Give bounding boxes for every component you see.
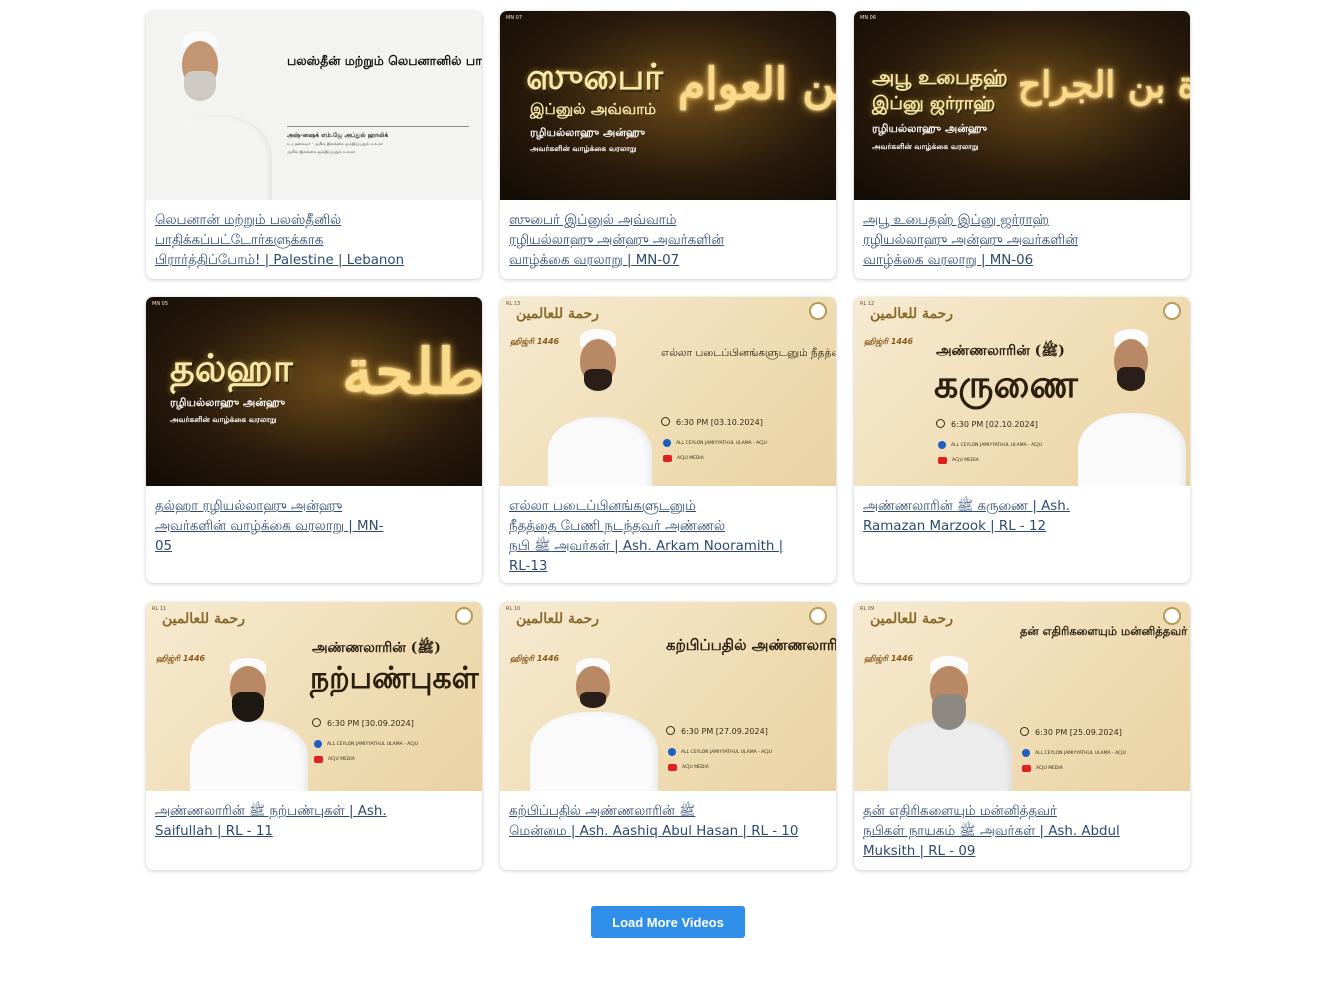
facebook-link: ALL CEYLON JAMIYYATHUL ULAMA - ACJU (668, 748, 772, 756)
hijri-year: ஹிஜ்ரி 1446 (864, 337, 914, 346)
acju-seal-icon (809, 302, 827, 320)
video-card[interactable]: RL 10 رحمة للعالمين ஹிஜ்ரி 1446 கற்பிப்ப… (500, 602, 836, 870)
divider (287, 126, 469, 127)
video-card[interactable]: MN 05 தல்ஹா ரழியல்லாஹு அன்ஹு அவர்களின் வ… (146, 297, 482, 583)
thumbnail-title: அபூ உபைதஹ் (872, 65, 1008, 89)
facebook-icon (668, 748, 676, 756)
event-time: 6:30 PM [25.09.2024] (1020, 727, 1122, 737)
thumbnail-speaker: அஷ்-ஷைக் எம்.ஜே அப்துல் ஹாலிக் (287, 132, 389, 139)
video-title-link[interactable]: கற்பிப்பதில் அண்ணலாரின் ﷺ மென்மை | Ash. … (509, 802, 827, 842)
event-time: 6:30 PM [27.09.2024] (666, 726, 768, 736)
acju-seal-icon (1163, 607, 1181, 625)
video-card[interactable]: MN 07 ஸுபைர் இப்னுல் அவ்வாம் ரழியல்லாஹு … (500, 11, 836, 279)
episode-code: MN 06 (860, 15, 877, 21)
thumbnail-big-title: நற்பண்புகள் (310, 661, 479, 696)
thumbnail-title: தன் எதிரிகளையும் மன்னித்தவர் நபிகள் நாயக… (1020, 624, 1190, 638)
arabic-calligraphy: الزبير بن العوام (678, 59, 836, 110)
acju-seal-icon (455, 607, 473, 625)
acju-seal-icon (809, 607, 827, 625)
video-title-link[interactable]: அபூ உபைதஹ் இப்னு ஜர்ராஹ் ரழியல்லாஹு அன்ஹ… (863, 211, 1181, 271)
thumbnail-caption: அவர்களின் வாழ்க்கை வரலாறு (872, 142, 979, 151)
video-card[interactable]: RL 12 رحمة للعالمين ஹிஜ்ரி 1446 அண்ணலாரி… (854, 297, 1190, 583)
speaker-photo (540, 297, 660, 486)
facebook-link: ALL CEYLON JAMIYYATHUL ULAMA - ACJU (314, 740, 418, 748)
thumbnail-title: கற்பிப்பதில் அண்ணலாரின் (ﷺ) மென்மை (666, 636, 836, 654)
video-card[interactable]: RL 13 رحمة للعالمين ஹிஜ்ரி 1446 எல்லா பட… (500, 297, 836, 583)
series-logo: رحمة للعالمين (870, 306, 954, 322)
video-title-link[interactable]: அண்ணலாரின் ﷺ கருணை | Ash. Ramazan Marzoo… (863, 497, 1181, 537)
video-card[interactable]: RL 11 رحمة للعالمين ஹிஜ்ரி 1446 அண்ணலாரி… (146, 602, 482, 870)
video-thumbnail[interactable]: RL 09 رحمة للعالمين ஹிஜ்ரி 1446 தன் எதிர… (854, 602, 1190, 791)
thumbnail-title: பலஸ்தீன் மற்றும் லெபனானில் பாதிக்கப்பட்ட… (287, 53, 482, 68)
video-title-link[interactable]: தல்ஹா ரழியல்லாஹு அன்ஹு அவர்களின் வாழ்க்க… (155, 497, 473, 557)
load-more-button[interactable]: Load More Videos (591, 906, 745, 938)
thumbnail-org: அகில இலங்கை ஜம்இய்யதுல் உலமா (287, 149, 356, 154)
facebook-icon (1022, 749, 1030, 757)
video-thumbnail[interactable]: பலஸ்தீன் மற்றும் லெபனானில் பாதிக்கப்பட்ட… (146, 11, 482, 200)
video-title-link[interactable]: எல்லா படைப்பினங்களுடனும் நீதத்தை பேணி நட… (509, 497, 827, 577)
thumbnail-honorific: ரழியல்லாஹு அன்ஹு (872, 122, 988, 135)
facebook-icon (663, 439, 671, 447)
speaker-photo (882, 602, 1018, 791)
youtube-link: ACJU MEDIA (938, 457, 979, 464)
video-thumbnail[interactable]: MN 05 தல்ஹா ரழியல்லாஹு அன்ஹு அவர்களின் வ… (146, 297, 482, 486)
facebook-link: ALL CEYLON JAMIYYATHUL ULAMA - ACJU (938, 441, 1042, 449)
thumbnail-caption: அவர்களின் வாழ்க்கை வரலாறு (530, 144, 637, 153)
thumbnail-title: அண்ணலாரின் (ﷺ) (936, 343, 1065, 359)
event-time: 6:30 PM [02.10.2024] (936, 419, 1038, 429)
video-title-link[interactable]: ஸுபைர் இப்னுல் அவ்வாம் ரழியல்லாஹு அன்ஹு … (509, 211, 827, 271)
thumbnail-title: எல்லா படைப்பினங்களுடனும் நீதத்தை பேணி நட… (661, 347, 836, 359)
facebook-link: ALL CEYLON JAMIYYATHUL ULAMA - ACJU (663, 439, 767, 447)
video-thumbnail[interactable]: MN 06 அபூ உபைதஹ் இப்னு ஜர்ராஹ் ரழியல்லாஹ… (854, 11, 1190, 200)
video-title-link[interactable]: தன் எதிரிகளையும் மன்னித்தவர் நபிகள் நாயக… (863, 802, 1181, 862)
youtube-icon (663, 455, 672, 462)
youtube-link: ACJU MEDIA (663, 455, 704, 462)
thumbnail-title: ஸுபைர் (526, 56, 664, 98)
speaker-photo (146, 11, 296, 200)
youtube-icon (668, 764, 677, 771)
speaker-photo (524, 602, 664, 791)
video-card[interactable]: MN 06 அபூ உபைதஹ் இப்னு ஜர்ராஹ் ரழியல்லாஹ… (854, 11, 1190, 279)
arabic-calligraphy: طلحة (342, 335, 482, 408)
thumbnail-honorific: ரழியல்லாஹு அன்ஹு (530, 126, 646, 139)
video-title-link[interactable]: அண்ணலாரின் ﷺ நற்பண்புகள் | Ash. Saifulla… (155, 802, 473, 842)
youtube-icon (938, 457, 947, 464)
speaker-photo (186, 602, 312, 791)
episode-code: MN 05 (152, 301, 169, 307)
youtube-icon (314, 756, 323, 763)
episode-code: MN 07 (506, 15, 523, 21)
thumbnail-subtitle: இப்னு ஜர்ராஹ் (872, 93, 996, 114)
thumbnail-title: அண்ணலாரின் (ﷺ) (312, 640, 441, 656)
facebook-icon (938, 441, 946, 449)
video-card[interactable]: RL 09 رحمة للعالمين ஹிஜ்ரி 1446 தன் எதிர… (854, 602, 1190, 870)
video-title-link[interactable]: லெபனான் மற்றும் பலஸ்தீனில் பாதிக்கப்பட்ட… (155, 211, 473, 271)
video-thumbnail[interactable]: MN 07 ஸுபைர் இப்னுல் அவ்வாம் ரழியல்லாஹு … (500, 11, 836, 200)
event-time: 6:30 PM [30.09.2024] (312, 718, 414, 728)
video-thumbnail[interactable]: RL 11 رحمة للعالمين ஹிஜ்ரி 1446 அண்ணலாரி… (146, 602, 482, 791)
thumbnail-role: உப தலைவர் - அகில இலங்கை ஜம்இய்யதுல் உலமா (287, 141, 383, 146)
youtube-icon (1022, 765, 1031, 772)
event-time: 6:30 PM [03.10.2024] (661, 417, 763, 427)
youtube-link: ACJU MEDIA (668, 764, 709, 771)
youtube-link: ACJU MEDIA (314, 756, 355, 763)
speaker-photo (1074, 297, 1190, 486)
video-thumbnail[interactable]: RL 13 رحمة للعالمين ஹிஜ்ரி 1446 எல்லா பட… (500, 297, 836, 486)
thumbnail-subtitle: இப்னுல் அவ்வாம் (530, 100, 657, 118)
arabic-calligraphy: أبو عبيدة بن الجراح (1018, 64, 1190, 106)
thumbnail-honorific: ரழியல்லாஹு அன்ஹு (170, 396, 286, 409)
youtube-link: ACJU MEDIA (1022, 765, 1063, 772)
thumbnail-title: தல்ஹா (170, 345, 293, 390)
thumbnail-caption: அவர்களின் வாழ்க்கை வரலாறு (170, 415, 277, 424)
facebook-link: ALL CEYLON JAMIYYATHUL ULAMA - ACJU (1022, 749, 1126, 757)
video-thumbnail[interactable]: RL 10 رحمة للعالمين ஹிஜ்ரி 1446 கற்பிப்ப… (500, 602, 836, 791)
thumbnail-big-title: கருணை (934, 361, 1078, 406)
facebook-icon (314, 740, 322, 748)
video-card[interactable]: பலஸ்தீன் மற்றும் லெபனானில் பாதிக்கப்பட்ட… (146, 11, 482, 279)
video-thumbnail[interactable]: RL 12 رحمة للعالمين ஹிஜ்ரி 1446 அண்ணலாரி… (854, 297, 1190, 486)
